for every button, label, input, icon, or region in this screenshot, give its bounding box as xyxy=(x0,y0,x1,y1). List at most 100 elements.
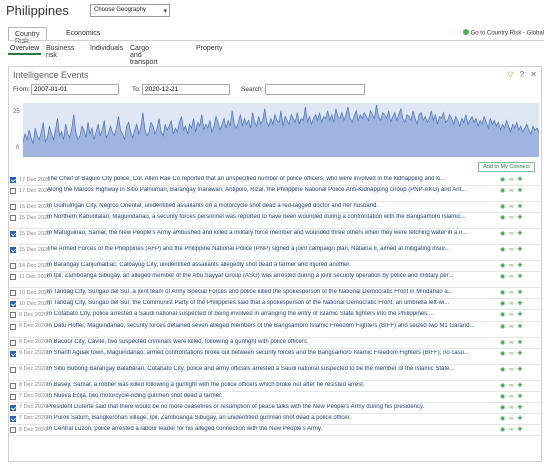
add-icon[interactable]: ✚ xyxy=(518,312,527,318)
event-title[interactable]: Along the Marcos Highway in Sitio Palnum… xyxy=(47,187,496,194)
event-checkbox[interactable] xyxy=(10,188,16,195)
add-icon[interactable]: ✚ xyxy=(518,340,527,346)
location-icon[interactable]: ◉ xyxy=(500,324,509,330)
event-row[interactable]: 17 Dec 2020 Along the Marcos Highway in S… xyxy=(9,186,541,203)
event-title[interactable]: The Chief of Baguio City police, Col. Al… xyxy=(47,176,496,183)
event-row[interactable]: 9 Dec 2020 In Sitio Bubong Barangay Balab… xyxy=(9,365,541,381)
event-checkbox[interactable] xyxy=(10,404,16,411)
event-title[interactable]: In Nueva Ecija, two motorcycle-riding gu… xyxy=(47,393,496,400)
event-row[interactable]: 9 Dec 2020 In Shariff Aguak town, Maguind… xyxy=(9,349,541,365)
link-icon[interactable]: ∞ xyxy=(509,290,517,296)
event-title[interactable]: In Basey, Samar, a robber was killed fol… xyxy=(47,382,496,389)
location-icon[interactable]: ◉ xyxy=(500,204,509,210)
event-checkbox[interactable] xyxy=(10,247,16,254)
link-icon[interactable]: ∞ xyxy=(509,188,517,194)
add-icon[interactable]: ✚ xyxy=(518,416,527,422)
link-icon[interactable]: ∞ xyxy=(509,247,517,253)
link-icon[interactable]: ∞ xyxy=(509,367,517,373)
location-icon[interactable]: ◉ xyxy=(500,263,509,269)
event-checkbox[interactable] xyxy=(10,415,16,422)
add-icon[interactable]: ✚ xyxy=(518,301,527,307)
tab-business-risk[interactable]: Business risk xyxy=(44,44,76,60)
event-title[interactable]: President Duterte said that there would … xyxy=(47,404,496,411)
location-icon[interactable]: ◉ xyxy=(500,394,509,400)
tab-individuals[interactable]: Individuals xyxy=(88,44,125,53)
event-checkbox[interactable] xyxy=(10,393,16,400)
link-icon[interactable]: ∞ xyxy=(509,351,517,357)
location-icon[interactable]: ◉ xyxy=(500,247,509,253)
link-icon[interactable]: ∞ xyxy=(509,274,517,280)
location-icon[interactable]: ◉ xyxy=(500,367,509,373)
event-title[interactable]: In Ipil, Zamboanga Sibugay, an alleged m… xyxy=(47,273,496,280)
help-icon[interactable]: ? xyxy=(520,70,524,79)
link-icon[interactable]: ∞ xyxy=(509,231,517,237)
link-icon[interactable]: ∞ xyxy=(509,324,517,330)
link-icon[interactable]: ∞ xyxy=(509,301,517,307)
event-row[interactable]: 14 Dec 2020 In Barangay Canjumadiac, Calb… xyxy=(9,261,541,273)
event-title[interactable]: In Northern Kabuntalan, Maguindanao, a s… xyxy=(47,214,496,221)
location-icon[interactable]: ◉ xyxy=(500,416,509,422)
event-row[interactable]: 15 Dec 2020 The Armed Forces of the Phili… xyxy=(9,245,541,262)
location-icon[interactable]: ◉ xyxy=(500,427,509,433)
event-row[interactable]: 15 Dec 2020 In Matuguinao, Samar, the New… xyxy=(9,229,541,246)
tab-cargo-transport[interactable]: Cargo and transport xyxy=(128,44,160,67)
event-row[interactable]: 7 Dec 2020 In Nueva Ecija, two motorcycle… xyxy=(9,392,541,403)
event-row[interactable]: 9 Dec 2020 In Cotabato City, police arres… xyxy=(9,310,541,322)
location-icon[interactable]: ◉ xyxy=(500,290,509,296)
add-icon[interactable]: ✚ xyxy=(518,274,527,280)
link-icon[interactable]: ∞ xyxy=(509,427,517,433)
location-icon[interactable]: ◉ xyxy=(500,215,509,221)
link-icon[interactable]: ∞ xyxy=(509,215,517,221)
event-checkbox[interactable] xyxy=(10,274,16,281)
link-icon[interactable]: ∞ xyxy=(509,405,517,411)
event-title[interactable]: In Bacoor City, Cavite, two suspected cr… xyxy=(47,339,496,346)
location-icon[interactable]: ◉ xyxy=(500,177,509,183)
link-icon[interactable]: ∞ xyxy=(509,177,517,183)
add-icon[interactable]: ✚ xyxy=(518,290,527,296)
location-icon[interactable]: ◉ xyxy=(500,301,509,307)
tab-economics[interactable]: Economics xyxy=(60,27,106,41)
search-input[interactable] xyxy=(265,84,365,95)
event-checkbox[interactable] xyxy=(10,204,16,211)
event-title[interactable]: In Purok Saturn, Bangkerohan village, Ip… xyxy=(47,415,496,422)
add-icon[interactable]: ✚ xyxy=(518,427,527,433)
event-checkbox[interactable] xyxy=(10,215,16,222)
event-title[interactable]: In Central Luzon, police arrested a labo… xyxy=(47,426,496,433)
event-checkbox[interactable] xyxy=(10,427,16,434)
event-checkbox[interactable] xyxy=(10,382,16,389)
location-icon[interactable]: ◉ xyxy=(500,231,509,237)
link-icon[interactable]: ∞ xyxy=(509,312,517,318)
location-icon[interactable]: ◉ xyxy=(500,405,509,411)
event-row[interactable]: 17 Dec 2020 The Chief of Baguio City poli… xyxy=(9,175,541,187)
link-icon[interactable]: ∞ xyxy=(509,340,517,346)
event-title[interactable]: In Datu Hoffer, Maguindanao, security fo… xyxy=(47,323,496,330)
location-icon[interactable]: ◉ xyxy=(500,383,509,389)
tab-country-risk[interactable]: Country Risk xyxy=(8,27,47,45)
event-row[interactable]: 10 Dec 2020 In Tandag City, Surigao del S… xyxy=(9,299,541,311)
link-icon[interactable]: ∞ xyxy=(509,416,517,422)
event-row[interactable]: 11 Dec 2020 In Ipil, Zamboanga Sibugay, a… xyxy=(9,272,541,289)
add-icon[interactable]: ✚ xyxy=(518,394,527,400)
event-row[interactable]: 10 Dec 2020 In Tandag City, Surigao del S… xyxy=(9,288,541,300)
events-timeline-chart[interactable]: 25 0 xyxy=(11,101,541,159)
location-icon[interactable]: ◉ xyxy=(500,351,509,357)
event-title[interactable]: In Barangay Canjumadiac, Calbayog City, … xyxy=(47,262,496,269)
event-checkbox[interactable] xyxy=(10,301,16,308)
location-icon[interactable]: ◉ xyxy=(500,312,509,318)
event-checkbox[interactable] xyxy=(10,350,16,357)
add-icon[interactable]: ✚ xyxy=(518,188,527,194)
event-row[interactable]: 9 Dec 2020 In Datu Hoffer, Maguindanao, s… xyxy=(9,322,541,338)
location-icon[interactable]: ◉ xyxy=(500,274,509,280)
add-icon[interactable]: ✚ xyxy=(518,351,527,357)
event-row[interactable]: 15 Dec 2020 In Northern Kabuntalan, Magui… xyxy=(9,213,541,230)
location-icon[interactable]: ◉ xyxy=(500,340,509,346)
event-row[interactable]: 7 Dec 2020 In Purok Saturn, Bangkerohan v… xyxy=(9,414,541,426)
add-to-my-connect-button[interactable]: Add to My Connect xyxy=(478,162,535,172)
add-icon[interactable]: ✚ xyxy=(518,383,527,389)
event-title[interactable]: In Matuguinao, Samar, the New People's A… xyxy=(47,230,496,237)
tab-property[interactable]: Property xyxy=(194,44,224,53)
add-icon[interactable]: ✚ xyxy=(518,405,527,411)
link-icon[interactable]: ∞ xyxy=(509,383,517,389)
event-row[interactable]: 7 Dec 2020 President Duterte said that th… xyxy=(9,403,541,414)
add-icon[interactable]: ✚ xyxy=(518,215,527,221)
